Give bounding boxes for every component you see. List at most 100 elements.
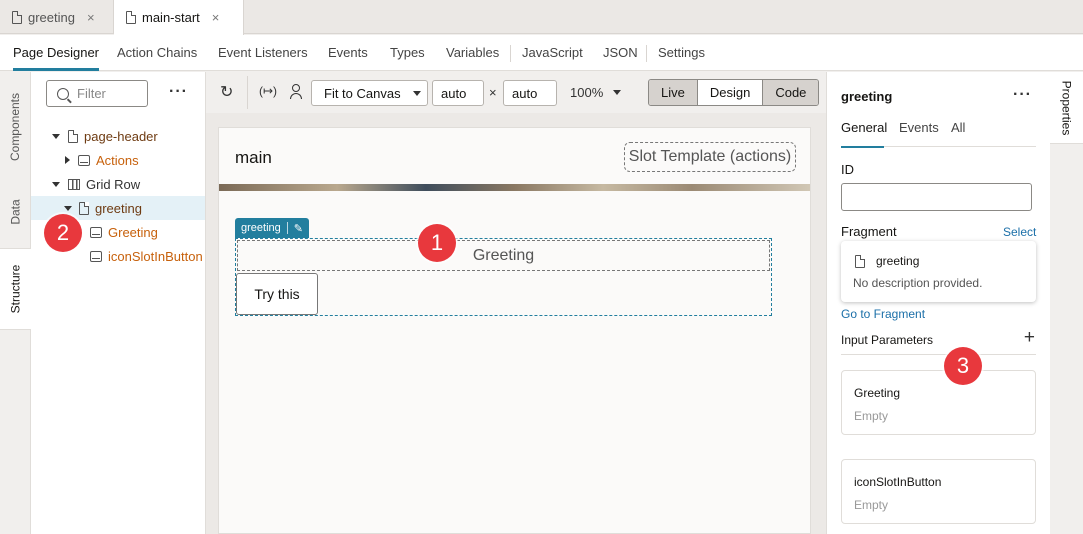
more-icon[interactable]: ··· xyxy=(169,83,188,101)
tab-greeting[interactable]: greeting × xyxy=(0,0,114,34)
height-value: auto xyxy=(512,85,538,101)
input-params-header: Input Parameters + xyxy=(841,327,1036,355)
chevron-down-icon xyxy=(412,90,421,96)
slot-icon xyxy=(90,250,102,262)
height-input[interactable]: auto xyxy=(503,80,557,106)
variables-icon[interactable]: (↦) xyxy=(259,84,277,98)
param-value: Empty xyxy=(854,409,889,423)
right-panel-tabs: Properties xyxy=(1050,72,1083,534)
properties-tabs: General Events All xyxy=(841,120,1036,148)
search-icon xyxy=(57,87,69,100)
fit-canvas-select[interactable]: Fit to Canvas xyxy=(311,80,428,106)
mode-design[interactable]: Design xyxy=(697,80,764,105)
id-field[interactable] xyxy=(841,183,1032,211)
tab-components-label: Components xyxy=(8,92,23,162)
header-image xyxy=(219,184,810,191)
param-name: iconSlotInButton xyxy=(854,475,942,489)
nav-events[interactable]: Events xyxy=(328,35,368,71)
go-to-fragment-link[interactable]: Go to Fragment xyxy=(841,307,925,321)
tree-label: page-header xyxy=(84,128,158,144)
chevron-down-icon[interactable] xyxy=(64,205,72,211)
tree-item-actions[interactable]: Actions xyxy=(31,148,205,172)
fragment-tag-label: greeting xyxy=(241,222,281,234)
filter-input[interactable]: Filter xyxy=(46,80,148,107)
canvas-toolbar: ↻ (↦) Fit to Canvas auto × auto 100% Liv… xyxy=(206,72,826,113)
properties-panel: greeting ··· General Events All ID Fragm… xyxy=(826,72,1050,534)
mode-live[interactable]: Live xyxy=(649,80,698,105)
param-card-icon-slot[interactable]: iconSlotInButton Empty xyxy=(841,459,1036,524)
tab-data[interactable]: Data xyxy=(0,182,31,242)
tree-label: greeting xyxy=(95,200,142,216)
tree-item-grid-row[interactable]: Grid Row xyxy=(31,172,205,196)
fragment-icon xyxy=(68,129,78,143)
file-icon xyxy=(126,11,136,24)
tab-properties-label: Properties xyxy=(1059,80,1074,135)
callout-badge-1: 1 xyxy=(418,224,456,262)
tab-properties[interactable]: Properties xyxy=(1050,72,1083,144)
refresh-icon[interactable]: ↻ xyxy=(220,82,233,102)
try-this-button[interactable]: Try this xyxy=(236,273,318,315)
input-params-label: Input Parameters xyxy=(841,333,934,347)
width-input[interactable]: auto xyxy=(432,80,484,106)
file-tab-bar: greeting × main-start × xyxy=(0,0,1083,35)
canvas-area: main Slot Template (actions) greeting ✎ … xyxy=(206,113,826,534)
chevron-down-icon xyxy=(613,90,622,95)
nav-event-listeners[interactable]: Event Listeners xyxy=(218,35,308,71)
tab-all[interactable]: All xyxy=(951,120,965,147)
nav-json[interactable]: JSON xyxy=(603,35,638,71)
nav-variables[interactable]: Variables xyxy=(446,35,499,71)
structure-panel: Filter ··· page-header Actions Grid Row … xyxy=(31,72,206,534)
user-icon[interactable] xyxy=(290,84,302,99)
properties-title: greeting xyxy=(841,89,893,104)
more-icon[interactable]: ··· xyxy=(1013,86,1032,104)
tree-item-page-header[interactable]: page-header xyxy=(31,124,205,148)
tab-data-label: Data xyxy=(8,199,23,225)
param-value: Empty xyxy=(854,498,889,512)
slot-icon xyxy=(78,154,90,166)
chevron-right-icon[interactable] xyxy=(65,156,70,164)
fragment-name: greeting xyxy=(876,254,920,268)
times-label: × xyxy=(489,85,497,100)
tab-events[interactable]: Events xyxy=(899,120,939,147)
tree-label: Greeting xyxy=(108,224,158,240)
add-icon[interactable]: + xyxy=(1024,327,1035,349)
greeting-fragment[interactable]: Greeting Try this xyxy=(235,238,772,316)
close-icon[interactable]: × xyxy=(87,10,95,25)
fragment-tag[interactable]: greeting ✎ xyxy=(235,218,309,238)
width-value: auto xyxy=(441,85,467,101)
nav-settings[interactable]: Settings xyxy=(658,35,705,71)
zoom-select[interactable]: 100% xyxy=(570,85,622,100)
mode-code[interactable]: Code xyxy=(763,80,819,105)
param-card-greeting[interactable]: Greeting Empty xyxy=(841,370,1036,435)
nav-action-chains[interactable]: Action Chains xyxy=(117,35,197,71)
chevron-down-icon[interactable] xyxy=(52,133,60,139)
tab-main-start[interactable]: main-start × xyxy=(114,0,244,35)
fragment-card[interactable]: greeting No description provided. xyxy=(841,241,1036,302)
tab-components[interactable]: Components xyxy=(0,82,31,172)
nav-types[interactable]: Types xyxy=(390,35,425,71)
greeting-slot[interactable]: Greeting xyxy=(237,240,770,271)
tab-label: main-start xyxy=(142,10,200,25)
close-icon[interactable]: × xyxy=(212,10,220,25)
chevron-down-icon[interactable] xyxy=(52,181,60,187)
tab-general[interactable]: General xyxy=(841,120,887,148)
slot-template[interactable]: Slot Template (actions) xyxy=(624,142,796,172)
nav-page-designer[interactable]: Page Designer xyxy=(13,35,99,71)
view-mode-toggle: Live Design Code xyxy=(648,79,820,106)
divider xyxy=(247,76,248,109)
fragment-icon xyxy=(855,255,865,268)
tree-label: Grid Row xyxy=(86,176,141,192)
slot-icon xyxy=(90,226,102,238)
tree-label: Actions xyxy=(96,152,139,168)
file-icon xyxy=(12,10,22,24)
nav-javascript[interactable]: JavaScript xyxy=(522,35,583,71)
tab-structure-label: Structure xyxy=(8,264,23,314)
left-panel-tabs: Components Data Structure xyxy=(0,72,31,534)
page-canvas: main Slot Template (actions) greeting ✎ … xyxy=(218,127,811,534)
tab-structure[interactable]: Structure xyxy=(0,248,31,330)
pencil-icon[interactable]: ✎ xyxy=(294,222,303,235)
fragment-description: No description provided. xyxy=(853,276,983,290)
tree-label: iconSlotInButton xyxy=(108,248,203,264)
select-link[interactable]: Select xyxy=(1003,225,1036,239)
divider xyxy=(646,45,647,62)
